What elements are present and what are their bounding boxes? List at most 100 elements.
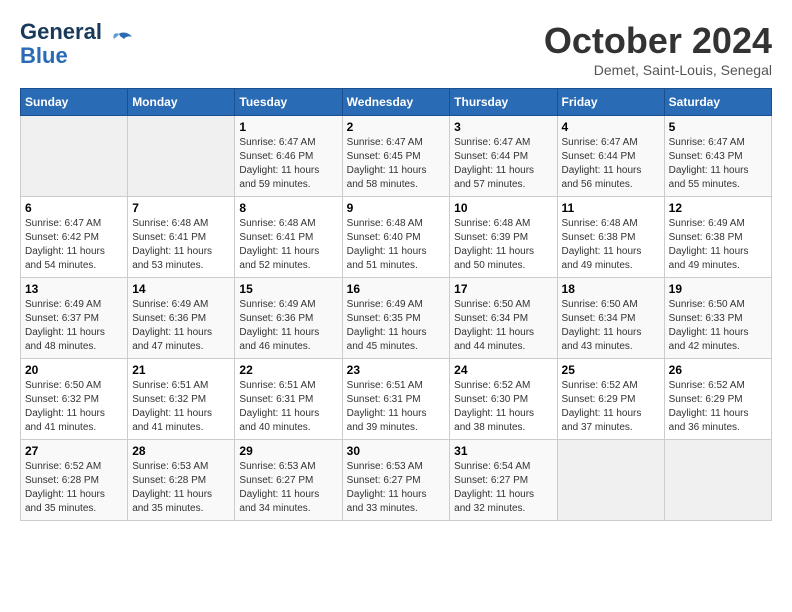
day-number: 5 (669, 120, 767, 134)
day-info: Sunrise: 6:47 AMSunset: 6:45 PMDaylight:… (347, 137, 427, 190)
day-info: Sunrise: 6:49 AMSunset: 6:35 PMDaylight:… (347, 299, 427, 352)
calendar-cell: 30 Sunrise: 6:53 AMSunset: 6:27 PMDaylig… (342, 440, 450, 521)
day-number: 27 (25, 444, 123, 458)
day-info: Sunrise: 6:48 AMSunset: 6:39 PMDaylight:… (454, 218, 534, 271)
calendar-cell: 18 Sunrise: 6:50 AMSunset: 6:34 PMDaylig… (557, 278, 664, 359)
day-info: Sunrise: 6:53 AMSunset: 6:27 PMDaylight:… (239, 461, 319, 514)
day-info: Sunrise: 6:47 AMSunset: 6:44 PMDaylight:… (454, 137, 534, 190)
calendar-cell: 3 Sunrise: 6:47 AMSunset: 6:44 PMDayligh… (450, 116, 557, 197)
weekday-header: Tuesday (235, 89, 342, 116)
day-number: 6 (25, 201, 123, 215)
day-info: Sunrise: 6:48 AMSunset: 6:41 PMDaylight:… (132, 218, 212, 271)
day-number: 16 (347, 282, 446, 296)
calendar-cell: 16 Sunrise: 6:49 AMSunset: 6:35 PMDaylig… (342, 278, 450, 359)
day-number: 7 (132, 201, 230, 215)
calendar-cell: 5 Sunrise: 6:47 AMSunset: 6:43 PMDayligh… (664, 116, 771, 197)
day-info: Sunrise: 6:52 AMSunset: 6:29 PMDaylight:… (562, 380, 642, 433)
day-number: 23 (347, 363, 446, 377)
day-info: Sunrise: 6:49 AMSunset: 6:38 PMDaylight:… (669, 218, 749, 271)
day-number: 17 (454, 282, 552, 296)
day-number: 4 (562, 120, 660, 134)
calendar-cell: 7 Sunrise: 6:48 AMSunset: 6:41 PMDayligh… (128, 197, 235, 278)
day-info: Sunrise: 6:48 AMSunset: 6:41 PMDaylight:… (239, 218, 319, 271)
day-number: 12 (669, 201, 767, 215)
day-number: 8 (239, 201, 337, 215)
calendar-cell: 25 Sunrise: 6:52 AMSunset: 6:29 PMDaylig… (557, 359, 664, 440)
weekday-header: Wednesday (342, 89, 450, 116)
calendar-cell (128, 116, 235, 197)
calendar-week-row: 20 Sunrise: 6:50 AMSunset: 6:32 PMDaylig… (21, 359, 772, 440)
logo-text: General Blue (20, 20, 102, 68)
calendar-cell (21, 116, 128, 197)
weekday-header: Sunday (21, 89, 128, 116)
day-number: 14 (132, 282, 230, 296)
calendar-cell: 6 Sunrise: 6:47 AMSunset: 6:42 PMDayligh… (21, 197, 128, 278)
day-number: 29 (239, 444, 337, 458)
calendar-cell: 10 Sunrise: 6:48 AMSunset: 6:39 PMDaylig… (450, 197, 557, 278)
weekday-header: Monday (128, 89, 235, 116)
calendar-week-row: 6 Sunrise: 6:47 AMSunset: 6:42 PMDayligh… (21, 197, 772, 278)
day-number: 13 (25, 282, 123, 296)
weekday-header: Friday (557, 89, 664, 116)
day-number: 19 (669, 282, 767, 296)
calendar-cell: 8 Sunrise: 6:48 AMSunset: 6:41 PMDayligh… (235, 197, 342, 278)
day-number: 20 (25, 363, 123, 377)
day-number: 25 (562, 363, 660, 377)
weekday-header-row: SundayMondayTuesdayWednesdayThursdayFrid… (21, 89, 772, 116)
calendar-week-row: 13 Sunrise: 6:49 AMSunset: 6:37 PMDaylig… (21, 278, 772, 359)
day-number: 1 (239, 120, 337, 134)
day-number: 9 (347, 201, 446, 215)
weekday-header: Thursday (450, 89, 557, 116)
day-info: Sunrise: 6:53 AMSunset: 6:28 PMDaylight:… (132, 461, 212, 514)
day-info: Sunrise: 6:47 AMSunset: 6:43 PMDaylight:… (669, 137, 749, 190)
calendar-cell: 9 Sunrise: 6:48 AMSunset: 6:40 PMDayligh… (342, 197, 450, 278)
day-info: Sunrise: 6:51 AMSunset: 6:31 PMDaylight:… (239, 380, 319, 433)
calendar-cell (557, 440, 664, 521)
day-info: Sunrise: 6:47 AMSunset: 6:44 PMDaylight:… (562, 137, 642, 190)
day-number: 22 (239, 363, 337, 377)
day-info: Sunrise: 6:50 AMSunset: 6:34 PMDaylight:… (454, 299, 534, 352)
month-title: October 2024 (544, 20, 772, 62)
calendar-cell: 29 Sunrise: 6:53 AMSunset: 6:27 PMDaylig… (235, 440, 342, 521)
calendar-cell: 15 Sunrise: 6:49 AMSunset: 6:36 PMDaylig… (235, 278, 342, 359)
day-number: 31 (454, 444, 552, 458)
day-info: Sunrise: 6:49 AMSunset: 6:36 PMDaylight:… (132, 299, 212, 352)
day-info: Sunrise: 6:50 AMSunset: 6:34 PMDaylight:… (562, 299, 642, 352)
calendar-cell: 17 Sunrise: 6:50 AMSunset: 6:34 PMDaylig… (450, 278, 557, 359)
calendar-cell: 14 Sunrise: 6:49 AMSunset: 6:36 PMDaylig… (128, 278, 235, 359)
day-info: Sunrise: 6:52 AMSunset: 6:28 PMDaylight:… (25, 461, 105, 514)
day-number: 28 (132, 444, 230, 458)
logo: General Blue (20, 20, 134, 68)
title-block: October 2024 Demet, Saint-Louis, Senegal (544, 20, 772, 78)
day-number: 26 (669, 363, 767, 377)
logo-bird-icon (104, 29, 134, 59)
calendar-cell: 13 Sunrise: 6:49 AMSunset: 6:37 PMDaylig… (21, 278, 128, 359)
day-info: Sunrise: 6:51 AMSunset: 6:32 PMDaylight:… (132, 380, 212, 433)
day-info: Sunrise: 6:50 AMSunset: 6:32 PMDaylight:… (25, 380, 105, 433)
day-info: Sunrise: 6:50 AMSunset: 6:33 PMDaylight:… (669, 299, 749, 352)
location-subtitle: Demet, Saint-Louis, Senegal (544, 62, 772, 78)
page-header: General Blue October 2024 Demet, Saint-L… (20, 20, 772, 78)
calendar-week-row: 27 Sunrise: 6:52 AMSunset: 6:28 PMDaylig… (21, 440, 772, 521)
calendar-cell: 31 Sunrise: 6:54 AMSunset: 6:27 PMDaylig… (450, 440, 557, 521)
day-info: Sunrise: 6:47 AMSunset: 6:42 PMDaylight:… (25, 218, 105, 271)
weekday-header: Saturday (664, 89, 771, 116)
calendar-cell: 27 Sunrise: 6:52 AMSunset: 6:28 PMDaylig… (21, 440, 128, 521)
calendar-cell: 23 Sunrise: 6:51 AMSunset: 6:31 PMDaylig… (342, 359, 450, 440)
calendar-cell: 26 Sunrise: 6:52 AMSunset: 6:29 PMDaylig… (664, 359, 771, 440)
day-info: Sunrise: 6:52 AMSunset: 6:30 PMDaylight:… (454, 380, 534, 433)
calendar-cell: 11 Sunrise: 6:48 AMSunset: 6:38 PMDaylig… (557, 197, 664, 278)
day-number: 21 (132, 363, 230, 377)
day-info: Sunrise: 6:48 AMSunset: 6:40 PMDaylight:… (347, 218, 427, 271)
day-info: Sunrise: 6:53 AMSunset: 6:27 PMDaylight:… (347, 461, 427, 514)
calendar-cell: 22 Sunrise: 6:51 AMSunset: 6:31 PMDaylig… (235, 359, 342, 440)
day-info: Sunrise: 6:47 AMSunset: 6:46 PMDaylight:… (239, 137, 319, 190)
calendar-cell: 19 Sunrise: 6:50 AMSunset: 6:33 PMDaylig… (664, 278, 771, 359)
calendar-cell: 2 Sunrise: 6:47 AMSunset: 6:45 PMDayligh… (342, 116, 450, 197)
calendar-cell: 1 Sunrise: 6:47 AMSunset: 6:46 PMDayligh… (235, 116, 342, 197)
day-number: 11 (562, 201, 660, 215)
calendar-cell: 24 Sunrise: 6:52 AMSunset: 6:30 PMDaylig… (450, 359, 557, 440)
day-number: 24 (454, 363, 552, 377)
calendar-cell: 28 Sunrise: 6:53 AMSunset: 6:28 PMDaylig… (128, 440, 235, 521)
calendar-week-row: 1 Sunrise: 6:47 AMSunset: 6:46 PMDayligh… (21, 116, 772, 197)
